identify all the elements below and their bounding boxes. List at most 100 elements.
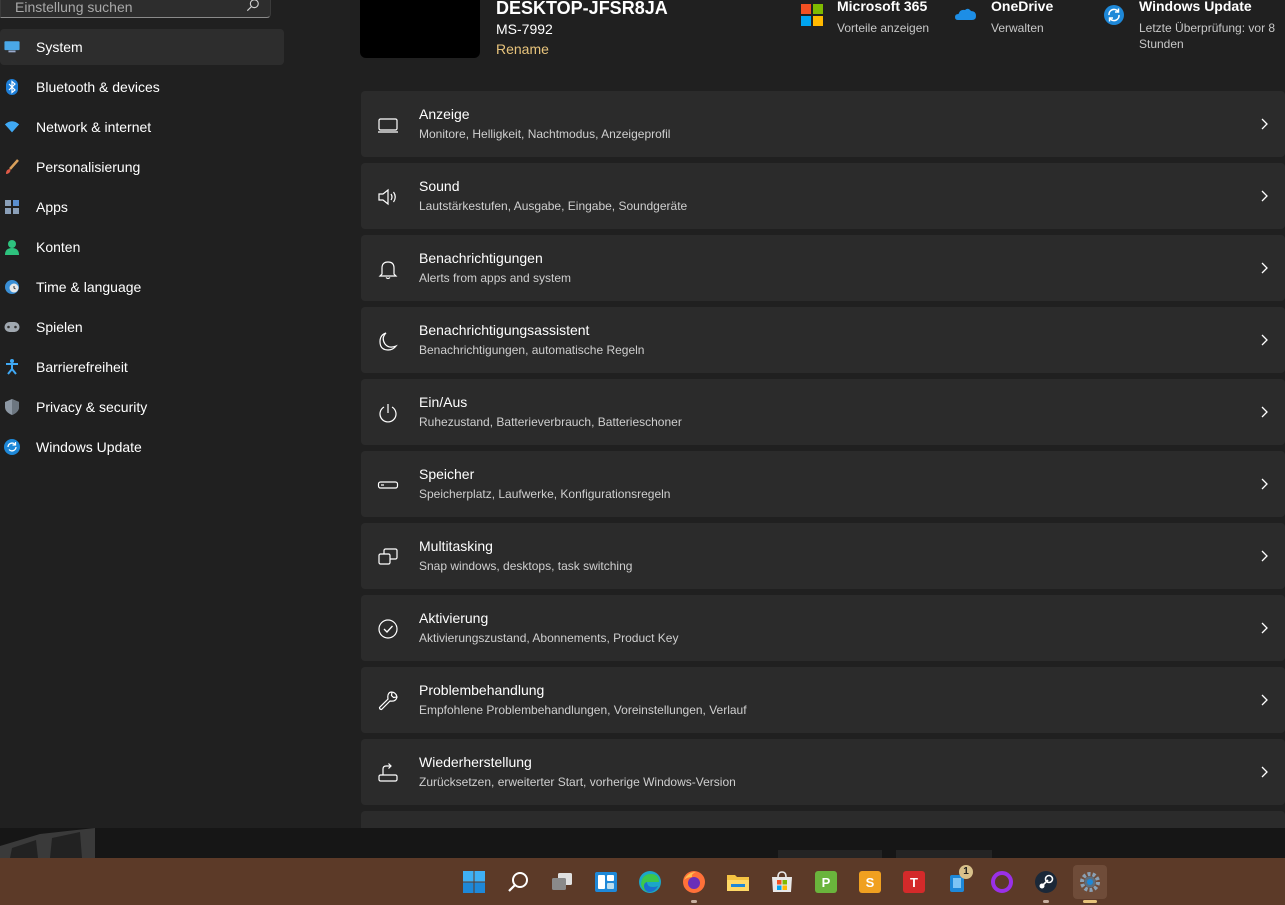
firefox-button[interactable] — [677, 865, 711, 903]
setting-title: Benachrichtigungsassistent — [419, 322, 590, 338]
sidebar-item-apps[interactable]: Apps — [0, 189, 284, 225]
s-app-icon: S — [859, 871, 881, 893]
brush-icon — [4, 159, 20, 175]
card-subtitle: Vorteile anzeigen — [837, 21, 930, 35]
setting-title: Speicher — [419, 466, 475, 482]
power-icon — [379, 404, 397, 423]
chevron-right-icon — [1261, 694, 1268, 706]
sidebar-item-system[interactable]: System — [0, 29, 284, 65]
firefox-icon — [683, 871, 705, 893]
setting-subtitle: Aktivierungszustand, Abonnements, Produc… — [419, 631, 679, 645]
wrench-icon — [378, 691, 398, 711]
search-button[interactable] — [501, 865, 535, 899]
chevron-right-icon — [1261, 478, 1268, 490]
p-app-button[interactable]: P — [809, 865, 843, 899]
sidebar-item-barrierefreiheit[interactable]: Barrierefreiheit — [0, 349, 284, 385]
sidebar-item-privacy[interactable]: Privacy & security — [0, 389, 284, 425]
chevron-right-icon — [1261, 118, 1268, 130]
sidebar-item-time-language[interactable]: Time & language — [0, 269, 284, 305]
update-icon — [1104, 5, 1124, 25]
p-app-icon: P — [815, 871, 837, 893]
setting-aktivierung[interactable]: Aktivierung Aktivierungszustand, Abonnem… — [361, 595, 1285, 661]
speaker-icon — [378, 188, 396, 206]
steam-button[interactable] — [1029, 865, 1063, 903]
widgets-button[interactable] — [589, 865, 623, 899]
setting-sound[interactable]: Sound Lautstärkestufen, Ausgabe, Eingabe… — [361, 163, 1285, 229]
setting-problembehandlung[interactable]: Problembehandlung Empfohlene Problembeha… — [361, 667, 1285, 733]
sidebar-item-personalisierung[interactable]: Personalisierung — [0, 149, 284, 185]
setting-subtitle: Alerts from apps and system — [419, 271, 572, 285]
desktop-shadow-pattern — [0, 828, 992, 858]
sidebar-item-network[interactable]: Network & internet — [0, 109, 284, 145]
sidebar-item-label: Barrierefreiheit — [36, 359, 128, 375]
sidebar-item-label: Bluetooth & devices — [36, 79, 160, 95]
setting-subtitle: Empfohlene Problembehandlungen, Voreinst… — [419, 703, 747, 717]
apps-icon — [4, 199, 20, 215]
start-button[interactable] — [457, 865, 491, 899]
ring-app-icon — [991, 871, 1013, 893]
chevron-right-icon — [1261, 622, 1268, 634]
rename-link[interactable]: Rename — [496, 41, 549, 57]
setting-title: Anzeige — [419, 106, 470, 122]
setting-title: Problembehandlung — [419, 682, 545, 698]
setting-title: Benachrichtigungen — [419, 250, 543, 266]
start-icon — [463, 871, 485, 893]
task-view-button[interactable] — [545, 865, 579, 899]
sidebar-item-label: Konten — [36, 239, 81, 255]
running-indicator — [1043, 900, 1049, 903]
settings-window: System Bluetooth & devices Network & int… — [0, 0, 1285, 828]
chevron-right-icon — [1261, 766, 1268, 778]
setting-title: Multitasking — [419, 538, 493, 554]
monitor-icon — [378, 118, 398, 133]
setting-subtitle: Zurücksetzen, erweiterter Start, vorheri… — [419, 775, 736, 789]
setting-speicher[interactable]: Speicher Speicherplatz, Laufwerke, Konfi… — [361, 451, 1285, 517]
shield-icon — [4, 399, 20, 415]
t-app-button[interactable]: T — [897, 865, 931, 899]
phone-app-button[interactable]: 1 — [941, 865, 975, 899]
search-icon[interactable] — [246, 0, 260, 12]
search-input[interactable] — [15, 0, 235, 15]
setting-title: Aktivierung — [419, 610, 489, 626]
setting-benachrichtigungsassistent[interactable]: Benachrichtigungsassistent Benachrichtig… — [361, 307, 1285, 373]
s-app-button[interactable]: S — [853, 865, 887, 899]
update-icon — [4, 439, 20, 455]
sidebar: System Bluetooth & devices Network & int… — [0, 0, 292, 828]
setting-title: Wiederherstellung — [419, 754, 532, 770]
setting-multitasking[interactable]: Multitasking Snap windows, desktops, tas… — [361, 523, 1285, 589]
card-subtitle: Letzte Überprüfung: vor 8 Stunden — [1139, 21, 1276, 51]
settings-gear-icon — [1080, 872, 1100, 892]
sidebar-item-windows-update[interactable]: Windows Update — [0, 429, 284, 465]
moon-icon — [379, 332, 398, 351]
sidebar-item-label: Privacy & security — [36, 399, 148, 415]
sidebar-item-label: Spielen — [36, 319, 83, 335]
sidebar-item-label: Windows Update — [36, 439, 142, 455]
card-title: Microsoft 365 — [837, 0, 928, 14]
chevron-right-icon — [1261, 190, 1268, 202]
setting-row-partial[interactable] — [361, 811, 1285, 828]
setting-anzeige[interactable]: Anzeige Monitore, Helligkeit, Nachtmodus… — [361, 91, 1285, 157]
settings-button[interactable] — [1073, 865, 1107, 903]
bluetooth-icon — [4, 79, 20, 95]
card-title: OneDrive — [991, 0, 1054, 14]
setting-subtitle: Speicherplatz, Laufwerke, Konfigurations… — [419, 487, 671, 501]
setting-wiederherstellung[interactable]: Wiederherstellung Zurücksetzen, erweiter… — [361, 739, 1285, 805]
ring-app-button[interactable] — [985, 865, 1019, 899]
card-subtitle: Verwalten — [991, 21, 1044, 35]
edge-button[interactable] — [633, 865, 667, 899]
search-icon — [508, 872, 528, 892]
pc-model: MS-7992 — [496, 21, 553, 37]
sidebar-item-bluetooth[interactable]: Bluetooth & devices — [0, 69, 284, 105]
search-box[interactable] — [0, 0, 271, 18]
sidebar-item-konten[interactable]: Konten — [0, 229, 284, 265]
setting-benachrichtigungen[interactable]: Benachrichtigungen Alerts from apps and … — [361, 235, 1285, 301]
chevron-right-icon — [1261, 262, 1268, 274]
file-explorer-button[interactable] — [721, 865, 755, 899]
sidebar-item-spielen[interactable]: Spielen — [0, 309, 284, 345]
store-button[interactable] — [765, 865, 799, 899]
setting-ein-aus[interactable]: Ein/Aus Ruhezustand, Batterieverbrauch, … — [361, 379, 1285, 445]
onedrive-cloud-icon — [955, 8, 976, 20]
multitasking-icon — [378, 548, 398, 565]
drive-icon — [377, 481, 399, 489]
store-icon — [772, 871, 792, 892]
task-view-icon — [552, 873, 572, 890]
